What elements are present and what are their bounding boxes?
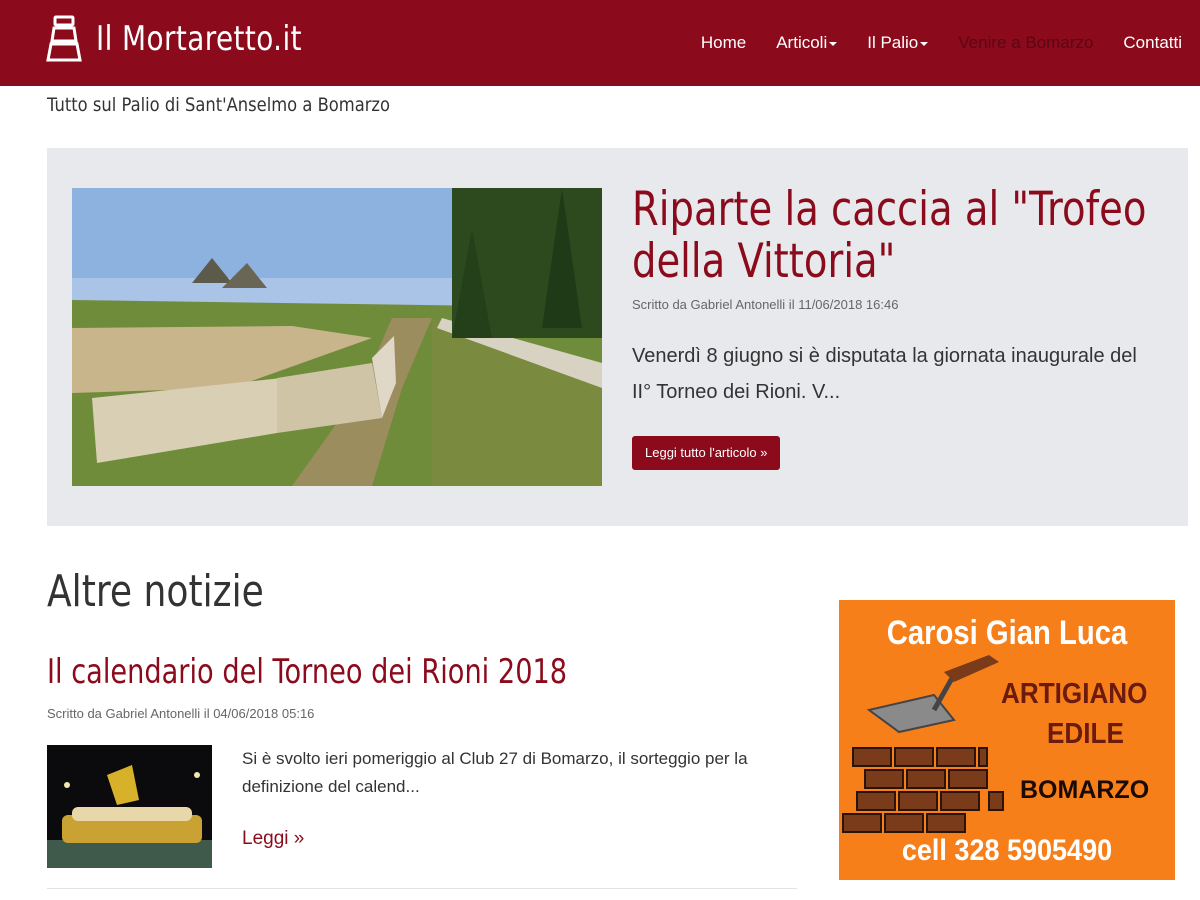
read-full-article-button[interactable]: Leggi tutto l'articolo » <box>632 436 781 470</box>
team-photo <box>47 745 212 868</box>
brand-logo[interactable]: Il Mortaretto.it <box>46 12 347 66</box>
nav-articoli-label: Articoli <box>776 33 828 52</box>
nav-home-label: Home <box>700 33 747 52</box>
ad-company-name: Carosi Gian Luca <box>886 614 1128 652</box>
nav-articoli[interactable]: Articoli <box>776 33 838 53</box>
article-title[interactable]: Il calendario del Torneo dei Rioni 2018 <box>47 652 567 692</box>
nav-contatti-label: Contatti <box>1123 33 1182 52</box>
main-nav: Home Articoli Il Palio Venire a Bomarzo … <box>671 0 1182 86</box>
caret-down-icon <box>920 41 929 46</box>
nav-home[interactable]: Home <box>701 33 746 53</box>
nav-il-palio[interactable]: Il Palio <box>867 33 929 53</box>
ad-phone: cell 328 5905490 <box>901 834 1113 867</box>
article-thumbnail[interactable] <box>47 745 212 868</box>
ad-trade-line2: EDILE <box>1047 718 1124 750</box>
featured-meta: Scritto da Gabriel Antonelli il 11/06/20… <box>632 297 899 312</box>
nav-venire-label: Venire a Bomarzo <box>958 33 1094 52</box>
caret-down-icon <box>829 41 838 46</box>
ad-trade-line1: ARTIGIANO <box>1001 678 1148 710</box>
racetrack-photo <box>72 188 602 486</box>
mortar-icon <box>46 15 82 62</box>
nav-venire-a-bomarzo[interactable]: Venire a Bomarzo <box>958 33 1093 53</box>
site-tagline: Tutto sul Palio di Sant'Anselmo a Bomarz… <box>47 94 391 116</box>
featured-article: Riparte la caccia al "Trofeo della Vitto… <box>47 148 1188 526</box>
featured-title[interactable]: Riparte la caccia al "Trofeo della Vitto… <box>632 184 1157 288</box>
navbar: Il Mortaretto.it Home Articoli Il Palio … <box>0 0 1200 86</box>
featured-excerpt: Venerdì 8 giugno si è disputata la giorn… <box>632 345 1137 403</box>
advertisement-banner[interactable]: Carosi Gian Luca ARTIGIANO EDILE BOMARZO… <box>839 600 1175 880</box>
ad-town: BOMARZO <box>1020 776 1150 804</box>
nav-contatti[interactable]: Contatti <box>1123 33 1182 53</box>
nav-il-palio-label: Il Palio <box>867 33 919 52</box>
featured-image[interactable] <box>72 188 602 486</box>
article-meta: Scritto da Gabriel Antonelli il 04/06/20… <box>47 706 315 721</box>
read-more-link[interactable]: Leggi » <box>242 828 304 850</box>
divider <box>47 888 797 889</box>
section-title-other-news: Altre notizie <box>47 566 264 617</box>
brand-name: Il Mortaretto.it <box>96 19 302 59</box>
article-excerpt: Si è svolto ieri pomeriggio al Club 27 d… <box>242 749 748 796</box>
